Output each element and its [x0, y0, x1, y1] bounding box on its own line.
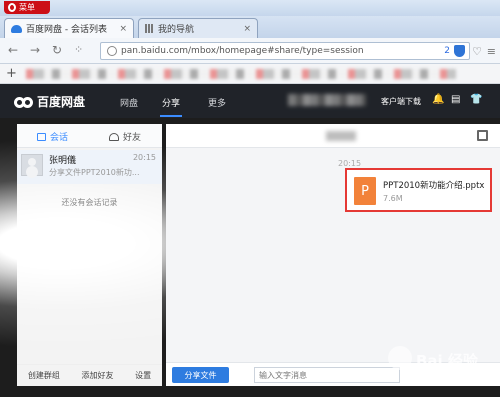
- reload-icon[interactable]: ↻: [52, 44, 62, 56]
- watermark-main: Bai 经验: [416, 352, 478, 370]
- shared-file-card[interactable]: P PPT2010新功能介绍.pptx 7.6M: [345, 168, 492, 212]
- avatar: [21, 154, 43, 176]
- message-input[interactable]: [254, 367, 400, 383]
- baidu-cloud-icon: [11, 24, 22, 33]
- baidu-pan-logo[interactable]: 百度网盘: [14, 93, 85, 110]
- tshirt-icon[interactable]: 👕: [470, 94, 482, 105]
- baidu-jingyan-watermark: Bai 经验 jingyan.baidu.com: [382, 344, 492, 390]
- forward-arrow-icon[interactable]: →: [30, 44, 40, 56]
- baidu-pan-logo-icon: [14, 95, 34, 109]
- heart-icon[interactable]: ♡: [472, 45, 482, 58]
- window-title-strip: 菜单: [0, 0, 500, 16]
- conversation-preview: 分享文件PPT2010新功...: [49, 168, 140, 177]
- opera-menu-button[interactable]: 菜单: [4, 1, 50, 14]
- nav-item-pan[interactable]: 网盘: [120, 96, 138, 109]
- tab-friends-label: 好友: [123, 133, 142, 143]
- close-icon[interactable]: ×: [119, 24, 127, 34]
- navigation-bar: ← → ↻ ⁘ pan.baidu.com/mbox/homepage#shar…: [0, 38, 500, 64]
- shield-icon[interactable]: [454, 45, 465, 57]
- address-bar[interactable]: pan.baidu.com/mbox/homepage#share/type=s…: [100, 42, 470, 60]
- file-size: 7.6M: [383, 194, 403, 203]
- client-download-link[interactable]: 客户端下载: [381, 96, 421, 107]
- nav-item-share[interactable]: 分享: [162, 96, 180, 109]
- empty-records-text: 还没有会话记录: [61, 198, 118, 207]
- opera-menu-label: 菜单: [19, 3, 35, 12]
- friends-icon: [109, 132, 119, 141]
- tab-title: 百度网盘 - 会话列表: [26, 25, 107, 35]
- create-group-button[interactable]: 创建群组: [28, 370, 60, 381]
- globe-icon: [107, 46, 117, 56]
- chat-icon: [37, 132, 46, 141]
- window-toggle-icon[interactable]: [477, 130, 488, 141]
- conversation-tabs: 会话 好友: [17, 124, 162, 148]
- tab-friends[interactable]: 好友: [109, 130, 141, 143]
- opera-logo-icon: [8, 3, 16, 12]
- conversation-footer: 创建群组 添加好友 设置: [17, 364, 162, 386]
- share-file-button[interactable]: 分享文件: [172, 367, 229, 383]
- add-friend-button[interactable]: 添加好友: [81, 370, 113, 381]
- add-bookmark-icon[interactable]: +: [6, 66, 17, 81]
- chat-title-blurred: [326, 131, 356, 141]
- watermark-sub: jingyan.baidu.com: [416, 372, 490, 381]
- list-item[interactable]: 张明儀 20:15 分享文件PPT2010新功...: [17, 150, 162, 184]
- back-arrow-icon[interactable]: ←: [8, 44, 18, 56]
- message-time: 20:15: [338, 159, 362, 168]
- menu-icon[interactable]: ≡: [487, 45, 496, 58]
- conversation-name: 张明儀: [49, 156, 77, 166]
- tab-bar: 百度网盘 - 会话列表 × 我的导航 ×: [0, 16, 500, 38]
- tab-title: 我的导航: [158, 25, 195, 35]
- bell-icon[interactable]: 🔔: [432, 94, 444, 105]
- speed-dial-grid-icon[interactable]: ⁘: [74, 44, 83, 56]
- paw-logo-icon: [388, 346, 412, 370]
- tab-sessions-label: 会话: [50, 133, 69, 143]
- chat-header: [166, 124, 500, 148]
- nav-item-more[interactable]: 更多: [208, 96, 226, 109]
- conversation-time: 20:15: [132, 153, 156, 162]
- grid-icon: [145, 24, 154, 33]
- url-text: pan.baidu.com/mbox/homepage#share/type=s…: [121, 46, 364, 56]
- pan-header: 百度网盘 网盘 分享 更多 客户端下载 🔔 ▤ 👕: [0, 84, 500, 118]
- close-icon[interactable]: ×: [243, 24, 251, 34]
- tab-baidu-pan[interactable]: 百度网盘 - 会话列表 ×: [4, 18, 134, 38]
- file-name[interactable]: PPT2010新功能介绍.pptx: [383, 179, 484, 191]
- active-nav-indicator: [160, 115, 182, 117]
- conversation-panel: 会话 好友 张明儀 20:15 分享文件PPT2010新功... 还没有会话记录…: [17, 124, 162, 386]
- pptx-file-icon: P: [354, 177, 376, 205]
- logo-text: 百度网盘: [37, 95, 86, 109]
- tab-sessions[interactable]: 会话: [37, 130, 68, 143]
- tab-my-navigation[interactable]: 我的导航 ×: [138, 18, 258, 38]
- url-badge-count: 2: [444, 46, 450, 56]
- clipboard-icon[interactable]: ▤: [451, 94, 460, 105]
- bookmarks-bar: +: [0, 64, 500, 84]
- user-name-blurred[interactable]: [288, 94, 366, 106]
- blurred-bookmarks: [26, 69, 456, 79]
- settings-button[interactable]: 设置: [135, 370, 151, 381]
